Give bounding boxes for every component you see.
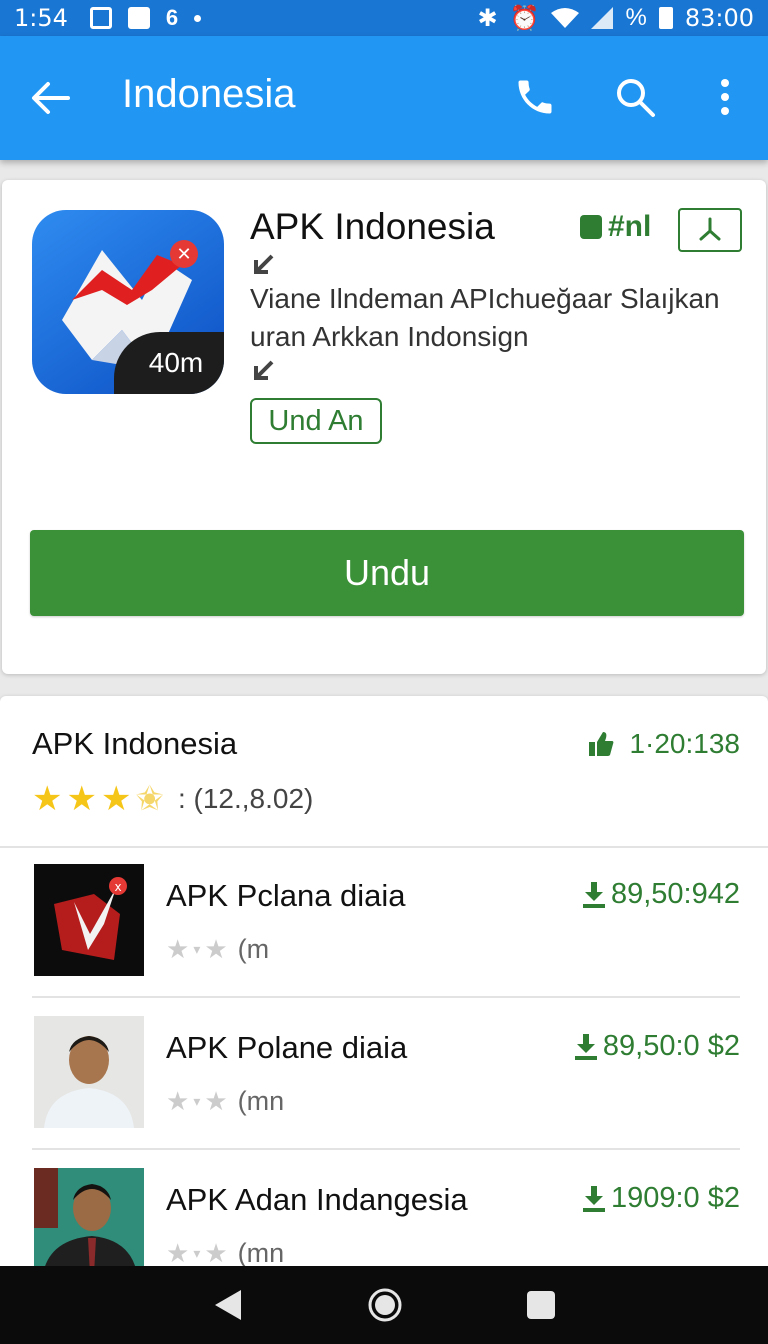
nav-back-icon[interactable]	[211, 1288, 245, 1322]
list-item[interactable]: x APK Pclana diaia ★ ▾ ★ (m 89,50:942	[0, 848, 768, 998]
star-icon: ▾	[193, 1093, 201, 1109]
nav-home-icon[interactable]	[367, 1287, 403, 1323]
list-item-unit: (mn	[237, 1086, 285, 1116]
list-header-title: APK Indonesia	[32, 726, 238, 761]
download-icon	[582, 881, 605, 908]
wifi-icon	[551, 8, 580, 28]
status-clock-right: 83:00	[684, 4, 754, 32]
phone-icon[interactable]	[512, 74, 558, 120]
notification-dot-icon	[194, 14, 202, 22]
arrow-down-left-icon	[254, 360, 274, 380]
app-tag: #nl	[580, 210, 651, 244]
rating-count: : (12.,8.02)	[177, 783, 314, 814]
star-icon: ★	[166, 934, 190, 964]
download-button[interactable]: Undu	[30, 530, 744, 616]
list-item-stat-value: 1909:0 $2	[610, 1182, 740, 1214]
photo-icon	[89, 7, 112, 29]
app-icon-badge: 40m	[114, 332, 224, 394]
list-item-name: APK Pclana diaia	[166, 878, 406, 913]
list-header-stat: 1·20:138	[587, 728, 740, 760]
star-icon: ★	[204, 1238, 228, 1268]
list-item-unit: (m	[237, 934, 270, 964]
share-icon[interactable]	[678, 208, 742, 252]
list-header-stat-value: 1·20:138	[629, 728, 740, 759]
list-item-rating: ★ ▾ ★ (mn	[166, 1238, 284, 1269]
list-item-thumbnail	[34, 1168, 144, 1280]
list-item-stat: 89,50:0 $2	[574, 1030, 740, 1063]
list-item-stat: 89,50:942	[582, 878, 740, 911]
list-item-unit: (mn	[237, 1238, 285, 1268]
close-badge-icon: ✕	[170, 240, 198, 268]
star-icon: ★	[166, 1238, 190, 1268]
status-bar: 1:54 6 ✱ ⏰ % 83:00	[0, 0, 768, 36]
star-icon: ★	[66, 780, 97, 818]
battery-percent-label: %	[625, 4, 647, 31]
star-icon: ★	[166, 1086, 190, 1116]
list-item-stat-value: 89,50:0 $2	[602, 1030, 740, 1062]
list-item-rating: ★ ▾ ★ (mn	[166, 1086, 284, 1117]
list-item-name: APK Polane diaia	[166, 1030, 408, 1065]
arrow-down-left-icon	[254, 254, 274, 274]
star-icon: ★	[204, 1086, 228, 1116]
list-item-thumbnail: x	[34, 864, 144, 976]
app-icon: 6	[165, 5, 179, 30]
page-title: Indonesia	[122, 72, 296, 116]
status-time: 1:54	[14, 4, 68, 32]
star-icon: ▾	[193, 941, 201, 957]
divider	[32, 1148, 740, 1150]
bag-icon	[580, 215, 602, 239]
list-item-name: APK Adan Indangesia	[166, 1182, 468, 1217]
system-nav-bar	[0, 1266, 768, 1344]
app-list-card: APK Indonesia 1·20:138 ★ ★ ★ ✬ : (12.,8.…	[0, 696, 768, 1296]
media-icon	[127, 7, 150, 29]
list-item-rating: ★ ▾ ★ (m	[166, 934, 269, 965]
list-item-thumbnail	[34, 1016, 144, 1128]
overflow-menu-icon[interactable]	[702, 74, 748, 120]
star-icon: ▾	[193, 1245, 201, 1261]
back-arrow-icon[interactable]	[28, 76, 72, 120]
app-thumbnail-graphic-icon: x	[54, 877, 127, 960]
app-logo[interactable]: ✕ 40m	[32, 210, 224, 394]
half-star-icon: ✬	[135, 780, 164, 818]
search-icon[interactable]	[612, 74, 658, 120]
list-item-stat: 1909:0 $2	[582, 1182, 740, 1215]
person-photo-icon	[34, 1016, 144, 1128]
star-icon: ★	[32, 780, 63, 818]
rating-stars: ★ ★ ★ ✬ : (12.,8.02)	[32, 782, 313, 816]
bluetooth-icon: ✱	[477, 4, 498, 32]
divider	[32, 996, 740, 998]
app-description: Viane Ilndeman APIchueğaar Slaıjkan uran…	[250, 283, 720, 352]
star-icon: ★	[100, 780, 132, 818]
alarm-icon: ⏰	[509, 4, 540, 32]
app-bar: Indonesia	[0, 36, 768, 160]
person-photo-icon	[34, 1168, 144, 1280]
thumbs-up-icon	[589, 732, 614, 756]
app-name: APK Indonesia	[250, 206, 495, 247]
app-detail-card: ✕ 40m APK Indonesia #nl Viane Ilndeman A…	[2, 180, 766, 674]
battery-icon	[658, 7, 673, 29]
signal-icon	[591, 7, 614, 29]
download-icon	[574, 1033, 597, 1060]
nav-recents-icon[interactable]	[525, 1289, 557, 1321]
svg-text:x: x	[114, 880, 121, 894]
list-item[interactable]: APK Polane diaia ★ ▾ ★ (mn 89,50:0 $2	[0, 1000, 768, 1150]
download-icon	[582, 1185, 605, 1212]
app-tag-label: #nl	[608, 210, 652, 243]
secondary-action-button[interactable]: Und An	[250, 398, 382, 444]
list-item-stat-value: 89,50:942	[610, 878, 740, 910]
star-icon: ★	[204, 934, 228, 964]
